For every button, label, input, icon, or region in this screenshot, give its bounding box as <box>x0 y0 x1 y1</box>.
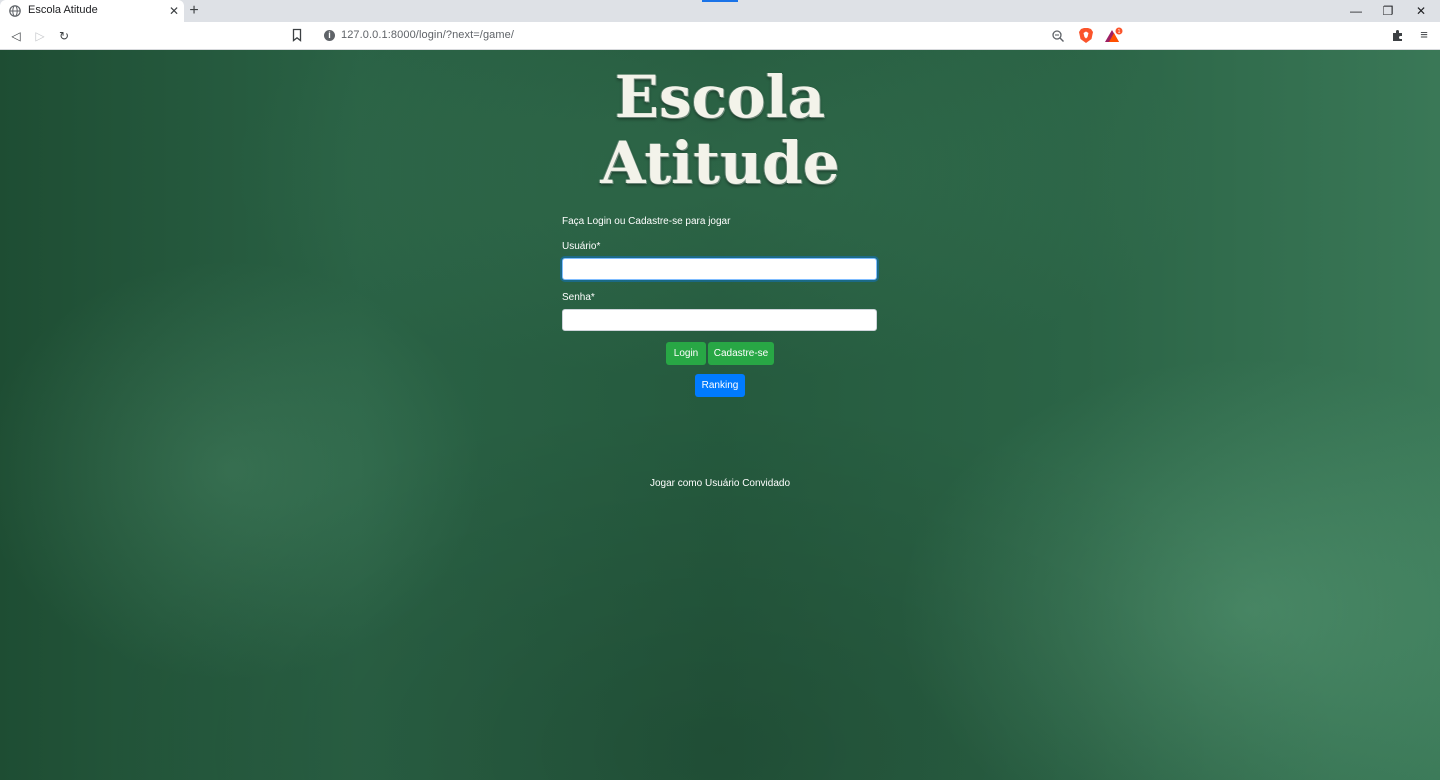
brave-shield-icon[interactable] <box>1078 27 1094 44</box>
signup-button[interactable]: Cadastre-se <box>708 342 774 365</box>
new-tab-button[interactable]: + <box>186 2 202 20</box>
menu-icon[interactable]: ≡ <box>1416 26 1432 44</box>
tab-strip: Escola Atitude ✕ + — ❐ ✕ <box>0 0 1440 22</box>
escola-atitude-logo: Escola Atitude <box>560 64 880 214</box>
login-intro-text: Faça Login ou Cadastre-se para jogar <box>562 216 731 227</box>
extensions-icon[interactable] <box>1391 28 1405 42</box>
chalkboard-page: Escola Atitude Faça Login ou Cadastre-se… <box>0 50 1440 780</box>
url-text[interactable]: 127.0.0.1:8000/login/?next=/game/ <box>341 29 514 41</box>
bookmark-icon[interactable] <box>290 28 304 42</box>
tab-search-indicator <box>702 0 738 2</box>
username-label: Usuário* <box>562 241 601 252</box>
logo-line-2: Atitude <box>600 129 840 197</box>
password-label: Senha* <box>562 292 595 303</box>
minimize-button[interactable]: — <box>1341 0 1371 22</box>
username-input[interactable] <box>562 258 877 280</box>
password-input[interactable] <box>562 309 877 331</box>
tab-title: Escola Atitude <box>28 4 98 16</box>
svg-text:1: 1 <box>1118 29 1121 35</box>
globe-icon <box>9 5 21 17</box>
tab-escola-atitude[interactable]: Escola Atitude ✕ <box>0 0 184 22</box>
tab-close-button[interactable]: ✕ <box>166 3 182 19</box>
ranking-button[interactable]: Ranking <box>695 374 745 397</box>
restore-button[interactable]: ❐ <box>1373 0 1403 22</box>
forward-button[interactable]: ▷ <box>30 26 50 46</box>
guest-play-link[interactable]: Jogar como Usuário Convidado <box>562 478 878 489</box>
logo-line-1: Escola <box>614 63 826 131</box>
browser-toolbar: ◁ ▷ ↻ i 127.0.0.1:8000/login/?next=/game… <box>0 22 1440 50</box>
reload-button[interactable]: ↻ <box>54 26 74 46</box>
login-button[interactable]: Login <box>666 342 706 365</box>
zoom-icon[interactable] <box>1051 29 1065 43</box>
back-button[interactable]: ◁ <box>6 26 26 46</box>
browser-window: Escola Atitude ✕ + — ❐ ✕ ◁ ▷ ↻ i 127.0.0… <box>0 0 1440 780</box>
brave-rewards-icon[interactable]: 1 <box>1104 27 1124 44</box>
info-icon[interactable]: i <box>324 30 335 41</box>
close-window-button[interactable]: ✕ <box>1406 0 1436 22</box>
address-bar[interactable]: i 127.0.0.1:8000/login/?next=/game/ <box>316 25 1071 47</box>
